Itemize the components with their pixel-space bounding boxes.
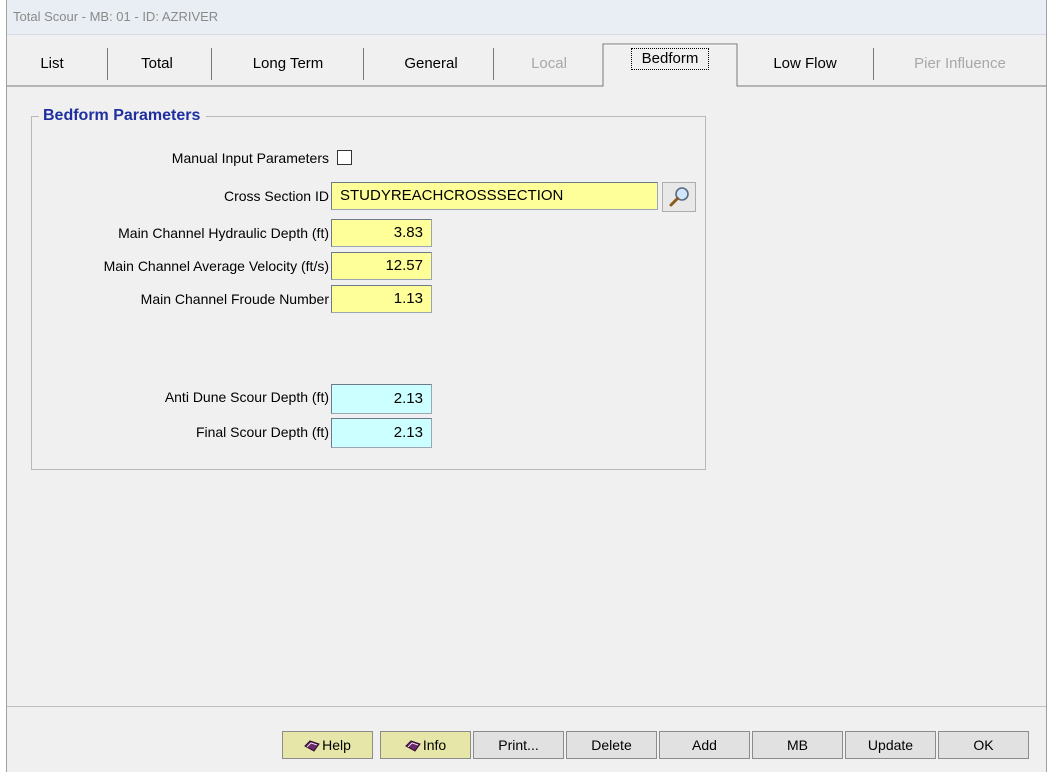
add-button-label: Add: [692, 737, 717, 753]
window-title: Total Scour - MB: 01 - ID: AZRIVER: [13, 9, 219, 24]
manual-input-label: Manual Input Parameters: [171, 150, 329, 166]
info-button-label: Info: [422, 737, 447, 753]
ok-button-label: OK: [973, 737, 994, 753]
update-button-label: Update: [867, 737, 914, 753]
tab-border: [7, 43, 1046, 87]
hydraulic-depth-label: Main Channel Hydraulic Depth (ft): [118, 225, 329, 241]
title-bar: Total Scour - MB: 01 - ID: AZRIVER: [7, 0, 1046, 35]
anti-dune-scour-field[interactable]: 2.13: [331, 384, 432, 414]
group-title: Bedform Parameters: [39, 107, 207, 125]
print-button-label: Print...: [498, 737, 539, 753]
mb-button-label: MB: [787, 737, 808, 753]
manual-input-checkbox[interactable]: [337, 150, 352, 165]
print-button[interactable]: Print...: [473, 731, 564, 759]
cross-section-search-button[interactable]: [662, 182, 696, 212]
book-icon: [304, 740, 320, 752]
delete-button-label: Delete: [591, 737, 632, 753]
hydraulic-depth-field[interactable]: 3.83: [331, 219, 432, 247]
average-velocity-label: Main Channel Average Velocity (ft/s): [103, 258, 329, 274]
help-button-label: Help: [322, 737, 351, 753]
add-button[interactable]: Add: [659, 731, 750, 759]
cross-section-label: Cross Section ID: [223, 188, 329, 204]
final-scour-label: Final Scour Depth (ft): [195, 424, 329, 440]
anti-dune-scour-label: Anti Dune Scour Depth (ft): [164, 389, 329, 405]
mb-button[interactable]: MB: [752, 731, 843, 759]
info-button[interactable]: Info: [380, 731, 471, 759]
final-scour-field[interactable]: 2.13: [331, 418, 432, 448]
scour-window: Total Scour - MB: 01 - ID: AZRIVER List …: [6, 0, 1047, 772]
froude-number-label: Main Channel Froude Number: [140, 291, 329, 307]
delete-button[interactable]: Delete: [566, 731, 657, 759]
update-button[interactable]: Update: [845, 731, 936, 759]
magnifier-icon: [669, 187, 689, 207]
average-velocity-field[interactable]: 12.57: [331, 252, 432, 280]
help-button[interactable]: Help: [282, 731, 373, 759]
froude-number-field[interactable]: 1.13: [331, 285, 432, 313]
cross-section-field[interactable]: STUDYREACHCROSSSECTION: [331, 182, 658, 210]
book-icon: [404, 740, 421, 752]
ok-button[interactable]: OK: [938, 731, 1029, 759]
